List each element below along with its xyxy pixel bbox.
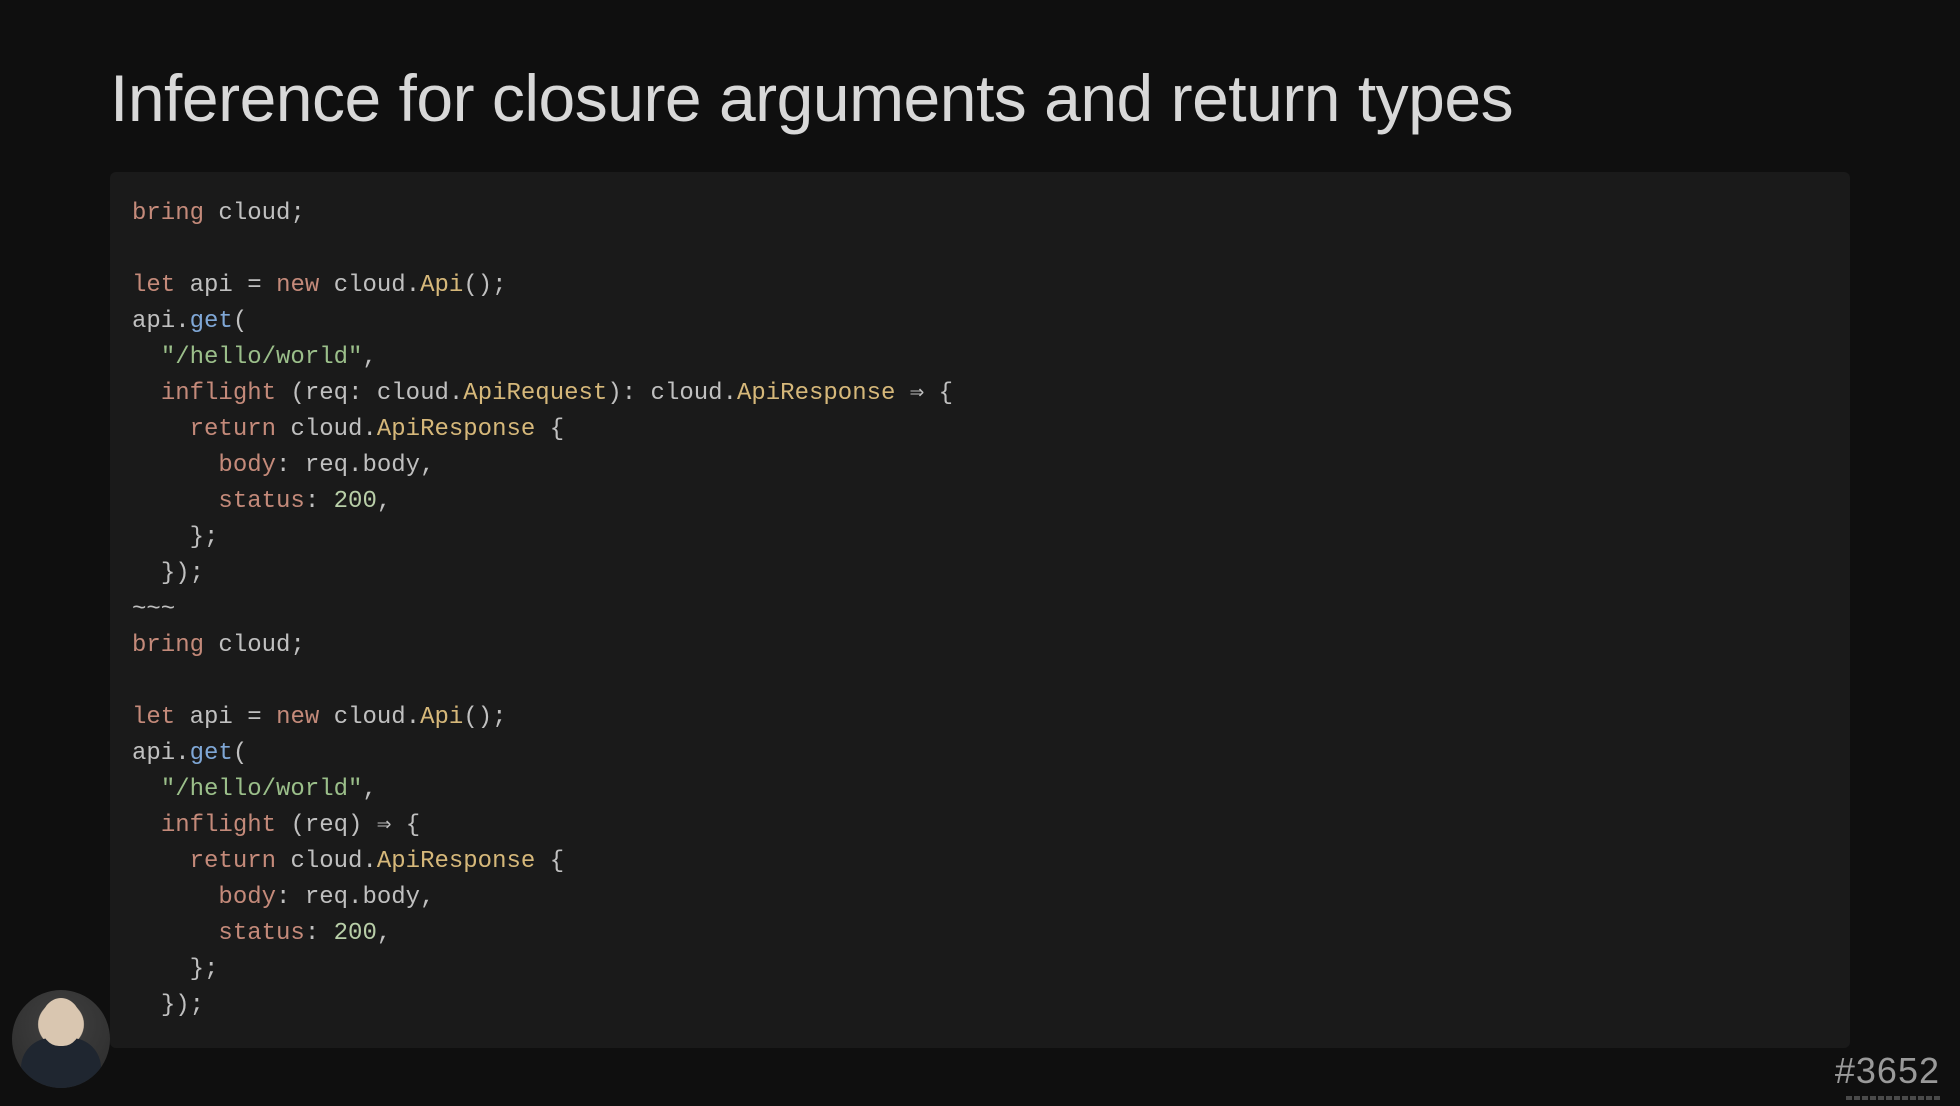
tok-prop-status: status [218, 488, 304, 515]
tok-ident-cloud: cloud [218, 200, 290, 227]
tok-let: let [132, 272, 175, 299]
tok-number-200: 200 [334, 488, 377, 515]
tok-new: new [276, 272, 319, 299]
code-block: bring cloud; let api = new cloud.Api(); … [110, 172, 1850, 1048]
slide-progress-indicator [1846, 1096, 1940, 1100]
tok-string-route: "/hello/world" [161, 344, 363, 371]
tok-apirequest: ApiRequest [463, 380, 607, 407]
code-separator: ~~~ [132, 596, 175, 623]
tok-type-api: Api [420, 272, 463, 299]
tok-return: return [190, 416, 276, 443]
issue-reference: #3652 [1835, 1050, 1940, 1092]
presenter-avatar [12, 990, 110, 1088]
slide-title: Inference for closure arguments and retu… [110, 60, 1850, 136]
tok-bring: bring [132, 200, 204, 227]
tok-func-get: get [190, 308, 233, 335]
tok-prop-body: body [218, 452, 276, 479]
tok-inflight: inflight [161, 380, 276, 407]
tok-apiresponse: ApiResponse [737, 380, 895, 407]
